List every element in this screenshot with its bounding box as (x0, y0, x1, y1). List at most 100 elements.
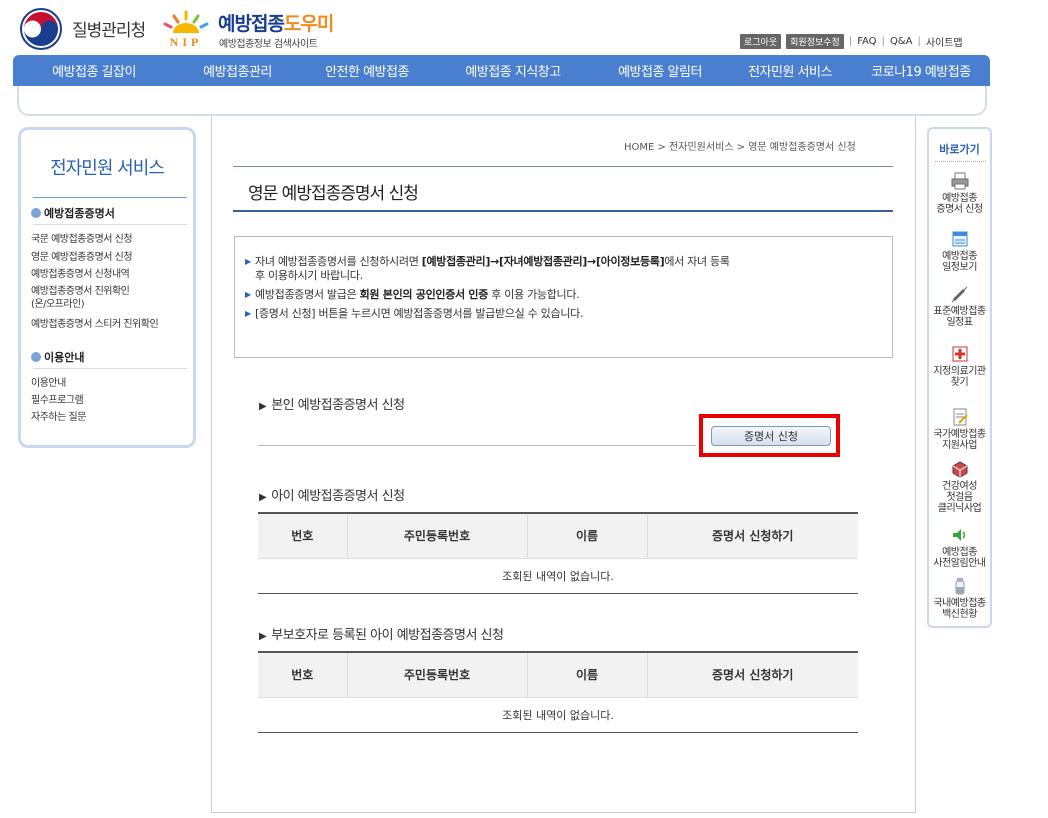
sidebar-link-english-cert[interactable]: 영문 예방접종증명서 신청 (31, 251, 133, 264)
sidebar-title: 전자민원 서비스 (50, 158, 165, 179)
column-header: 주민등록번호 (346, 512, 527, 558)
quick-item-standard[interactable]: 표준예방접종 일정표 (929, 284, 990, 328)
notice-item: ▶ 자녀 예방접종증명서를 신청하시려면 [예방접종관리]→[자녀예방접종관리]… (245, 255, 730, 282)
divider (33, 224, 187, 225)
sidebar-section-certificate[interactable]: 예방접종증명서 (31, 205, 115, 221)
kdca-logo[interactable] (20, 8, 62, 50)
table-row: 조회된 내역이 없습니다. (258, 696, 858, 733)
triangle-icon: ▶ (259, 631, 267, 642)
sidebar-link-cert-verify[interactable]: 예방접종증명서 진위확인 (온/오프라인) (31, 285, 130, 311)
section-title-child: ▶ 아이 예방접종증명서 신청 (259, 489, 405, 504)
quick-menu-title: 바로가기 (939, 143, 980, 156)
divider (233, 210, 893, 212)
triangle-icon: ▶ (259, 492, 267, 503)
sidebar-link-programs[interactable]: 필수프로그램 (31, 394, 84, 407)
quick-item-label: 지정의료기관 찾기 (933, 366, 986, 388)
empty-message: 조회된 내역이 없습니다. (258, 696, 858, 733)
sidebar-link-korean-cert[interactable]: 국문 예방접종증명서 신청 (31, 233, 133, 246)
vial-icon (955, 578, 964, 595)
utility-menu: 로그아웃 회원정보수정 | FAQ | Q&A | 사이트맵 (740, 33, 963, 49)
column-header: 번호 (258, 512, 347, 558)
quick-item-national[interactable]: 국가예방접종 지원사업 (929, 407, 990, 451)
faq-link[interactable]: FAQ (857, 36, 876, 47)
guardian-table: 번호 주민등록번호 이름 증명서 신청하기 조회된 내역이 없습니다. (258, 651, 858, 733)
box-icon (952, 461, 967, 478)
nip-title[interactable]: 예방접종도우미 (218, 9, 334, 36)
member-edit-button[interactable]: 회원정보수정 (786, 33, 844, 49)
logout-button[interactable]: 로그아웃 (740, 33, 782, 49)
divider: | (881, 35, 885, 47)
notice-box: ▶ 자녀 예방접종증명서를 신청하시려면 [예방접종관리]→[자녀예방접종관리]… (234, 236, 893, 358)
triangle-icon: ▶ (259, 401, 267, 412)
gnb-item-management[interactable]: 예방접종관리 (175, 55, 300, 86)
table-row: 조회된 내역이 없습니다. (258, 557, 858, 594)
divider (33, 197, 187, 198)
left-sidebar: 전자민원 서비스 예방접종증명서 국문 예방접종증명서 신청 영문 예방접종증명… (18, 127, 196, 448)
divider (935, 161, 986, 162)
bullet-icon (31, 208, 41, 218)
sitemap-link[interactable]: 사이트맵 (926, 34, 963, 49)
notice-item: ▶ 예방접종증명서 발급은 회원 본인의 공인인증서 인증 후 이용 가능합니다… (245, 288, 580, 301)
column-header: 주민등록번호 (346, 651, 527, 697)
quick-item-alert[interactable]: 예방접종 사전알림안내 (929, 525, 990, 569)
divider (258, 445, 696, 446)
hospital-icon (952, 346, 967, 362)
arrow-icon: ▶ (245, 257, 251, 266)
quick-item-label: 국가예방접종 지원사업 (933, 429, 986, 451)
speaker-icon (952, 529, 965, 541)
divider: | (917, 35, 921, 47)
arrow-icon: ▶ (245, 290, 251, 299)
quick-item-label: 건강여성 첫걸음 클리닉사업 (937, 481, 982, 514)
nip-badge: NIP (169, 35, 203, 49)
quick-item-women[interactable]: 건강여성 첫걸음 클리닉사업 (929, 459, 990, 514)
divider (33, 368, 187, 369)
sidebar-section-guide[interactable]: 이용안내 (31, 349, 84, 365)
breadcrumb: HOME > 전자민원서비스 > 영문 예방접종증명서 신청 (624, 142, 856, 153)
sidebar-link-faq[interactable]: 자주하는 질문 (31, 411, 86, 424)
quick-item-cert[interactable]: 예방접종 증명서 신청 (929, 171, 990, 215)
divider (233, 166, 893, 167)
printer-icon (951, 172, 968, 190)
quick-item-label: 예방접종 증명서 신청 (936, 193, 983, 215)
document-icon (953, 408, 968, 426)
gnb-item-covid19[interactable]: 코로나19 예방접종 (852, 55, 990, 86)
gnb-item-e-service[interactable]: 전자민원 서비스 (728, 55, 852, 86)
column-header: 이름 (526, 512, 647, 558)
arrow-icon: ▶ (245, 309, 251, 318)
gnb-item-knowledge[interactable]: 예방접종 지식창고 (434, 55, 592, 86)
quick-item-label: 국내예방접종 백신현황 (933, 598, 986, 620)
qa-link[interactable]: Q&A (890, 36, 913, 47)
quick-item-vaccine[interactable]: 국내예방접종 백신현황 (929, 576, 990, 620)
quick-item-label: 표준예방접종 일정표 (933, 306, 986, 328)
column-header: 이름 (526, 651, 647, 697)
child-table: 번호 주민등록번호 이름 증명서 신청하기 조회된 내역이 없습니다. (258, 512, 858, 594)
gnb-item-guide[interactable]: 예방접종 길잡이 (13, 55, 175, 86)
gnb-item-notice[interactable]: 예방접종 알림터 (592, 55, 728, 86)
gnb-item-safe[interactable]: 안전한 예방접종 (300, 55, 434, 86)
calendar-icon (952, 231, 967, 247)
quick-menu: 바로가기 예방접종 증명서 신청 예방접종 일정보기 표준예방접종 일정표 지정… (927, 127, 992, 628)
certificate-apply-button[interactable]: 증명서 신청 (711, 426, 831, 446)
kdca-name[interactable]: 질병관리청 (72, 16, 146, 41)
quick-item-hospital[interactable]: 지정의료기관 찾기 (929, 344, 990, 388)
divider: | (848, 35, 853, 47)
sidebar-link-usage[interactable]: 이용안내 (31, 377, 66, 390)
column-header: 번호 (258, 651, 347, 697)
notice-item: ▶ [증명서 신청] 버튼을 누르시면 예방접종증명서를 발급받으실 수 있습니… (245, 307, 584, 320)
sidebar-link-cert-history[interactable]: 예방접종증명서 신청내역 (31, 268, 130, 281)
main-navigation: 예방접종 길잡이 예방접종관리 안전한 예방접종 예방접종 지식창고 예방접종 … (13, 55, 990, 86)
syringe-icon (951, 286, 967, 303)
section-title-guardian: ▶ 부보호자로 등록된 아이 예방접종증명서 신청 (259, 628, 504, 643)
empty-message: 조회된 내역이 없습니다. (258, 557, 858, 594)
nip-subtitle: 예방접종정보 검색사이트 (219, 39, 318, 50)
quick-item-label: 예방접종 일정보기 (942, 251, 977, 273)
page-title: 영문 예방접종증명서 신청 (248, 184, 419, 204)
bullet-icon (31, 352, 41, 362)
sidebar-link-sticker-verify[interactable]: 예방접종증명서 스티커 진위확인 (31, 318, 159, 331)
quick-item-label: 예방접종 사전알림안내 (933, 547, 986, 569)
column-header: 증명서 신청하기 (646, 651, 858, 697)
section-title-self: ▶ 본인 예방접종증명서 신청 (259, 398, 405, 413)
column-header: 증명서 신청하기 (646, 512, 858, 558)
sub-navigation-bar (17, 86, 987, 116)
quick-item-schedule[interactable]: 예방접종 일정보기 (929, 229, 990, 273)
